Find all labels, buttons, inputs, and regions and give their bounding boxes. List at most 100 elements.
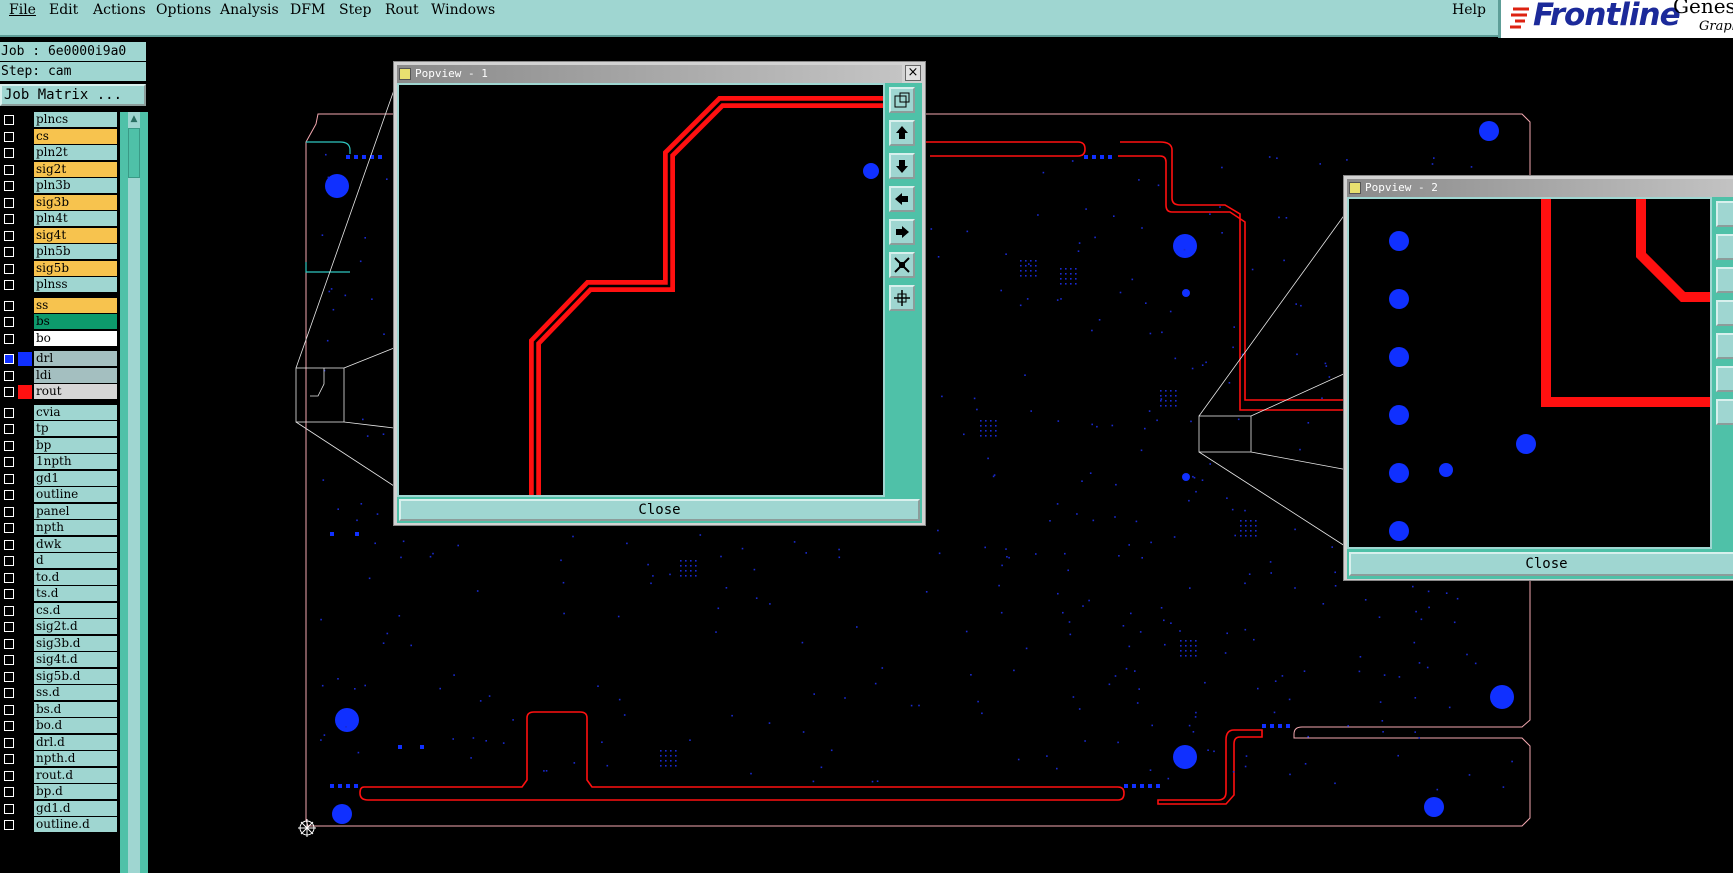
- layer-name[interactable]: sig3b.d: [34, 635, 117, 651]
- layer-row-ss[interactable]: ss: [0, 297, 118, 314]
- layer-name[interactable]: pln4t: [34, 211, 117, 226]
- zoom-in-icon[interactable]: [889, 252, 915, 278]
- layer-checkbox[interactable]: [4, 539, 14, 550]
- layer-checkbox[interactable]: [4, 787, 14, 797]
- layer-name[interactable]: drl.d: [34, 734, 117, 750]
- layer-name[interactable]: d: [34, 553, 117, 568]
- layer-name[interactable]: plncs: [34, 112, 117, 127]
- zoom-fit-icon[interactable]: [1716, 201, 1733, 227]
- menu-rout[interactable]: Rout: [385, 2, 419, 18]
- pan-down-icon[interactable]: [1716, 267, 1733, 293]
- layer-list-scrollbar[interactable]: ▲: [120, 112, 148, 873]
- popview-1-titlebar[interactable]: Popview - 1: [397, 65, 902, 83]
- layer-name[interactable]: pln3b: [34, 178, 117, 193]
- job-matrix-button[interactable]: Job Matrix ...: [0, 84, 146, 106]
- scroll-up-icon[interactable]: ▲: [128, 112, 140, 126]
- layer-row-1npth[interactable]: 1npth: [0, 454, 118, 470]
- layer-checkbox[interactable]: [4, 317, 14, 327]
- layer-row-to-d[interactable]: to.d: [0, 569, 118, 586]
- layer-checkbox[interactable]: [4, 148, 14, 158]
- menu-help[interactable]: Help: [1452, 2, 1486, 18]
- menu-step[interactable]: Step: [339, 2, 371, 18]
- layer-checkbox[interactable]: [4, 230, 14, 241]
- layer-name[interactable]: cvia: [34, 404, 117, 420]
- layer-checkbox[interactable]: [4, 506, 14, 517]
- layer-row-rout-d[interactable]: rout.d: [0, 767, 118, 784]
- layer-row-npth[interactable]: npth: [0, 520, 118, 536]
- scroll-track[interactable]: [128, 112, 140, 873]
- layer-checkbox[interactable]: [4, 407, 14, 418]
- layer-name[interactable]: bp: [34, 437, 117, 453]
- layer-row-cvia[interactable]: cvia: [0, 404, 118, 421]
- layer-row-panel[interactable]: panel: [0, 503, 118, 520]
- layer-row-gd1-d[interactable]: gd1.d: [0, 800, 118, 817]
- layer-checkbox[interactable]: [4, 181, 14, 191]
- layer-checkbox[interactable]: [4, 197, 14, 208]
- menu-options[interactable]: Options: [156, 2, 211, 18]
- layer-checkbox[interactable]: [4, 655, 14, 665]
- layer-checkbox[interactable]: [4, 572, 14, 583]
- layer-checkbox[interactable]: [4, 770, 14, 781]
- layer-name[interactable]: bs.d: [34, 701, 117, 717]
- layer-checkbox[interactable]: [4, 754, 14, 764]
- layer-name[interactable]: sig5b.d: [34, 668, 117, 684]
- menu-edit[interactable]: Edit: [49, 2, 78, 18]
- layer-row-pln2t[interactable]: pln2t: [0, 145, 118, 161]
- layer-checkbox[interactable]: [4, 457, 14, 467]
- layer-row-pln3b[interactable]: pln3b: [0, 178, 118, 194]
- layer-checkbox[interactable]: [4, 490, 14, 500]
- layer-checkbox[interactable]: [4, 820, 14, 830]
- menu-actions[interactable]: Actions: [93, 2, 146, 18]
- layer-row-sig5b[interactable]: sig5b: [0, 260, 118, 277]
- layer-row-bs[interactable]: bs: [0, 314, 118, 330]
- layer-name[interactable]: ts.d: [34, 586, 117, 601]
- pan-down-icon[interactable]: [889, 153, 915, 179]
- layer-row-cs-d[interactable]: cs.d: [0, 602, 118, 619]
- scroll-thumb[interactable]: [128, 128, 140, 178]
- layer-checkbox[interactable]: [4, 214, 14, 224]
- layer-name[interactable]: cs: [34, 128, 117, 144]
- layer-name[interactable]: panel: [34, 503, 117, 519]
- menu-dfm[interactable]: DFM: [290, 2, 325, 18]
- layer-row-bo[interactable]: bo: [0, 330, 118, 347]
- layer-name[interactable]: bs: [34, 314, 117, 329]
- layer-row-tp[interactable]: tp: [0, 421, 118, 437]
- popview-2-zoom-view[interactable]: [1347, 197, 1712, 549]
- popview-2-titlebar[interactable]: Popview - 2: [1347, 179, 1733, 197]
- layer-checkbox[interactable]: [4, 440, 14, 451]
- layer-name[interactable]: rout.d: [34, 767, 117, 783]
- layer-row-sig2t-d[interactable]: sig2t.d: [0, 619, 118, 635]
- layer-checkbox[interactable]: [4, 688, 14, 698]
- layer-name[interactable]: to.d: [34, 569, 117, 585]
- layer-checkbox[interactable]: [4, 704, 14, 715]
- layer-checkbox[interactable]: [4, 424, 14, 434]
- layer-checkbox[interactable]: [4, 354, 14, 364]
- layer-checkbox[interactable]: [4, 523, 14, 533]
- layer-name[interactable]: cs.d: [34, 602, 117, 618]
- pan-up-icon[interactable]: [1716, 234, 1733, 260]
- layer-row-sig4t[interactable]: sig4t: [0, 227, 118, 244]
- zoom-fit-icon[interactable]: [889, 87, 915, 113]
- layer-name[interactable]: outline.d: [34, 817, 117, 832]
- layer-row-pln5b[interactable]: pln5b: [0, 244, 118, 260]
- layer-row-pln4t[interactable]: pln4t: [0, 211, 118, 227]
- layer-checkbox[interactable]: [4, 247, 14, 257]
- layer-checkbox[interactable]: [4, 638, 14, 649]
- layer-name[interactable]: outline: [34, 487, 117, 502]
- layer-checkbox[interactable]: [4, 333, 14, 344]
- layer-row-sig3b-d[interactable]: sig3b.d: [0, 635, 118, 652]
- layer-color-swatch[interactable]: [18, 385, 32, 399]
- layer-checkbox[interactable]: [4, 131, 14, 142]
- layer-row-bp-d[interactable]: bp.d: [0, 784, 118, 800]
- pan-right-icon[interactable]: [889, 219, 915, 245]
- layer-name[interactable]: bo.d: [34, 718, 117, 733]
- layer-row-gd1[interactable]: gd1: [0, 470, 118, 487]
- layer-checkbox[interactable]: [4, 605, 14, 616]
- layer-row-d[interactable]: d: [0, 553, 118, 569]
- layer-name[interactable]: dwk: [34, 536, 117, 552]
- layer-color-swatch[interactable]: [18, 352, 32, 366]
- layer-checkbox[interactable]: [4, 671, 14, 682]
- layer-row-ss-d[interactable]: ss.d: [0, 685, 118, 701]
- layer-checkbox[interactable]: [4, 164, 14, 175]
- pan-left-icon[interactable]: [1716, 300, 1733, 326]
